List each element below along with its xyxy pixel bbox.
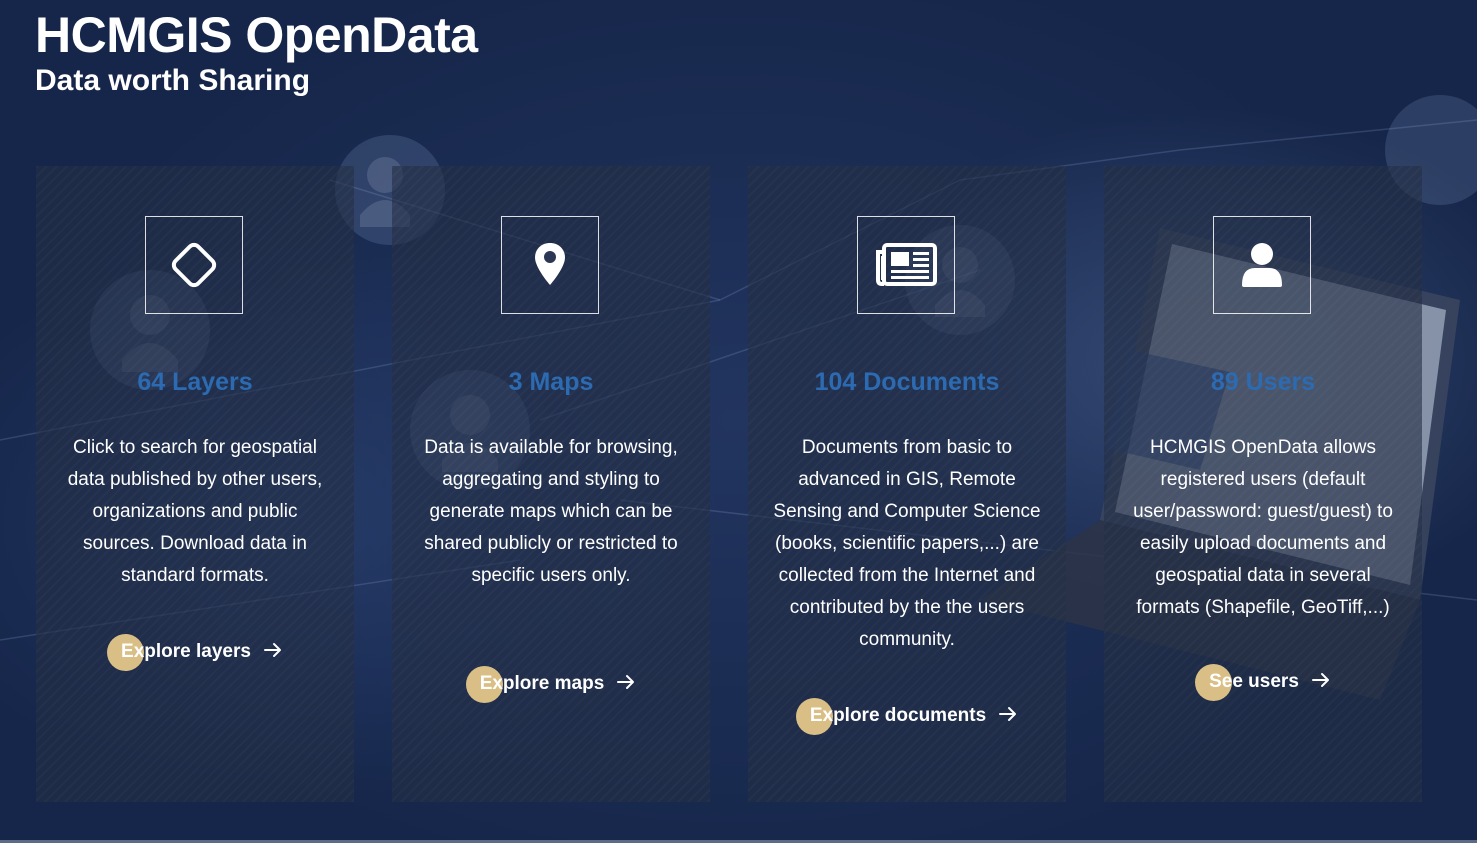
users-icon-box[interactable] xyxy=(1213,216,1311,314)
map-pin-icon xyxy=(535,243,565,285)
card-maps: 3 Maps Data is available for browsing, a… xyxy=(392,166,710,802)
documents-count[interactable]: 104 Documents xyxy=(748,368,1066,397)
documents-icon-box[interactable] xyxy=(857,216,955,314)
arrow-right-icon xyxy=(1311,672,1331,693)
layers-icon-box[interactable] xyxy=(145,216,243,314)
explore-documents-label: Explore documents xyxy=(809,705,987,726)
user-icon xyxy=(1242,243,1282,287)
documents-description: Documents from basic to advanced in GIS,… xyxy=(773,437,1041,650)
arrow-right-icon xyxy=(616,674,636,695)
layers-count[interactable]: 64 Layers xyxy=(36,368,354,397)
page-subtitle: Data worth Sharing xyxy=(35,64,311,97)
layers-description: Click to search for geospatial data publ… xyxy=(67,437,323,586)
users-description: HCMGIS OpenData allows registered users … xyxy=(1133,437,1393,618)
users-count[interactable]: 89 Users xyxy=(1104,368,1422,397)
explore-maps-label: Explore maps xyxy=(479,673,605,694)
explore-layers-label: Explore layers xyxy=(121,641,251,662)
arrow-right-icon xyxy=(998,706,1018,727)
card-users: 89 Users HCMGIS OpenData allows register… xyxy=(1104,166,1422,802)
maps-icon-box[interactable] xyxy=(501,216,599,314)
explore-layers-link[interactable]: Explore layers xyxy=(36,634,354,671)
explore-documents-link[interactable]: Explore documents xyxy=(748,698,1066,735)
see-users-link[interactable]: See users xyxy=(1104,664,1422,701)
maps-count[interactable]: 3 Maps xyxy=(392,368,710,397)
maps-description: Data is available for browsing, aggregat… xyxy=(424,437,678,586)
see-users-label: See users xyxy=(1209,671,1299,692)
card-layers: 64 Layers Click to search for geospatial… xyxy=(36,166,354,802)
explore-maps-link[interactable]: Explore maps xyxy=(392,666,710,703)
newspaper-icon xyxy=(876,243,937,286)
card-documents: 104 Documents Documents from basic to ad… xyxy=(748,166,1066,802)
arrow-right-icon xyxy=(263,642,283,663)
page-title: HCMGIS OpenData xyxy=(35,7,478,63)
layers-diamond-icon xyxy=(171,242,217,288)
